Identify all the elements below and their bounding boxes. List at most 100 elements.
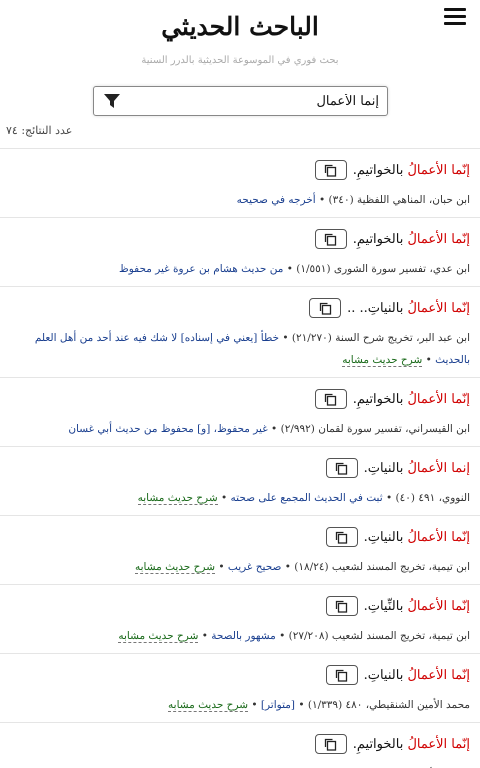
hadith-meta: ابن عدي، تفسير سورة الشورى (١/٥٥١) • من …: [10, 258, 470, 280]
hadith-source: ابن تيمية، تخريج المسند لشعيب (١٨/٢٤) •: [284, 561, 470, 573]
hadith-highlight: إنّما الأعمالُ: [407, 231, 470, 247]
copy-button[interactable]: [325, 665, 358, 685]
hadith-highlight: إنّما الأعمالُ: [407, 598, 470, 614]
copy-icon: [325, 164, 337, 177]
copy-icon: [335, 600, 348, 613]
hadith-meta: النووي، ٤٩١ (٤٠) • ثبت في الحديث المجمع …: [137, 492, 470, 505]
hadith-grade: غير محفوظ، [و] محفوظ من حديث أبي غسان: [68, 423, 272, 435]
hadith-text: إنّما الأعمالُ بالنياتِ.. ..: [347, 301, 470, 316]
hadith-text: إنّما الأعمالُ بالنِّياتِ.: [364, 599, 470, 614]
hadith-line: إنّما الأعمالُ بالخواتيمِ.: [10, 226, 470, 252]
menu-icon[interactable]: [444, 8, 466, 26]
result-item: إنّما الأعمالُ بالنِّياتِ. ابن تيمية، تخ…: [0, 584, 480, 653]
hadith-meta: ابن حبان، المناهي اللفظية (٣٤٠) • أخرجه …: [10, 189, 470, 211]
copy-button[interactable]: [309, 298, 342, 318]
search-input[interactable]: [124, 93, 387, 109]
hadith-line: إنّما الأعمالُ بالنِّياتِ.: [10, 593, 470, 619]
copy-button[interactable]: [325, 458, 358, 478]
hadith-rest: بالنياتِ.: [363, 667, 408, 683]
hadith-rest: بالخواتيمِ.: [352, 162, 408, 178]
result-item: إنّما الأعمالُ بالنياتِ. ابن تيمية، تخري…: [0, 515, 480, 584]
hadith-rest: بالخواتيمِ.: [352, 231, 408, 247]
copy-button[interactable]: [314, 229, 347, 249]
hadith-text: إنّما الأعمالُ بالخواتيمِ.: [353, 737, 470, 752]
hadith-highlight: إنّما الأعمالُ: [407, 391, 470, 407]
hadith-line: إنّما الأعمالُ بالنياتِ.: [10, 662, 470, 688]
hadith-rest: بالخواتيمِ.: [352, 391, 408, 407]
hadith-source: ابن القيسراني، تفسير سورة لقمان (٢/٩٩٢) …: [271, 423, 470, 435]
copy-button[interactable]: [314, 734, 347, 754]
search-box: [93, 86, 388, 116]
hadith-highlight: إنّما الأعمالُ: [407, 529, 470, 545]
sharh-link[interactable]: شرح حديث مشابه: [342, 354, 423, 367]
hadith-meta: شعيب الأرناؤوط، تفسير سورة السجدة (٣٩٠) …: [10, 763, 470, 768]
filter-icon[interactable]: [100, 89, 124, 113]
result-item: إنّما الأعمالُ بالخواتيمِ. شعيب الأرناؤو…: [0, 722, 480, 768]
hadith-line: إنّما الأعمالُ بالخواتيمِ.: [10, 731, 470, 757]
hadith-line: إنّما الأعمالُ بالنياتِ.. ..: [10, 295, 470, 321]
results-count: عدد النتائج: ٧٤: [6, 124, 73, 137]
result-item: إنما الأعمالُ بالنياتِ. النووي، ٤٩١ (٤٠)…: [0, 446, 480, 515]
hadith-rest: بالنياتِ.. ..: [347, 300, 408, 316]
hadith-line: إنّما الأعمالُ بالخواتيمِ.: [10, 386, 470, 412]
hadith-meta: ابن عبد البر، تخريج شرح السنة (٢١/٢٧٠) •…: [34, 332, 470, 367]
hadith-rest: بالخواتيمِ.: [352, 736, 408, 752]
hadith-highlight: إنّما الأعمالُ: [407, 736, 470, 752]
copy-button[interactable]: [314, 160, 347, 180]
header: الباحث الحديثي بحث فوري في الموسوعة الحد…: [0, 0, 480, 66]
hadith-rest: بالنياتِ.: [363, 460, 408, 476]
hadith-line: إنّما الأعمالُ بالنياتِ.: [10, 524, 470, 550]
result-item: إنّما الأعمالُ بالخواتيمِ. ابن عدي، تفسي…: [0, 217, 480, 286]
hadith-meta: محمد الأمين الشنقيطي، ٤٨٠ (١/٣٣٩) • [متو…: [168, 699, 470, 712]
hadith-text: إنّما الأعمالُ بالخواتيمِ.: [353, 163, 470, 178]
result-item: إنّما الأعمالُ بالخواتيمِ. ابن حبان، الم…: [0, 148, 480, 217]
copy-icon: [319, 302, 331, 315]
hadith-highlight: إنّما الأعمالُ: [407, 162, 470, 178]
copy-icon: [335, 531, 348, 544]
hadith-line: إنما الأعمالُ بالنياتِ.: [10, 455, 470, 481]
hadith-text: إنما الأعمالُ بالنياتِ.: [364, 461, 470, 476]
result-item: إنّما الأعمالُ بالنياتِ. محمد الأمين الش…: [0, 653, 480, 722]
results-list: إنّما الأعمالُ بالخواتيمِ. ابن حبان، الم…: [0, 148, 480, 768]
hadith-line: إنّما الأعمالُ بالخواتيمِ.: [10, 157, 470, 183]
hadith-rest: بالنِّياتِ.: [363, 598, 408, 614]
hadith-source: ابن عبد البر، تخريج شرح السنة (٢١/٢٧٠) •: [282, 332, 470, 344]
hadith-text: إنّما الأعمالُ بالخواتيمِ.: [353, 392, 470, 407]
hadith-grade: من حديث هشام بن عروة غير محفوظ: [119, 263, 287, 275]
copy-button[interactable]: [325, 527, 358, 547]
hadith-text: إنّما الأعمالُ بالنياتِ.: [364, 668, 470, 683]
sharh-link[interactable]: شرح حديث مشابه: [118, 630, 199, 643]
sharh-link[interactable]: شرح حديث مشابه: [168, 699, 249, 712]
app-subtitle: بحث فوري في الموسوعة الحديثية بالدرر الس…: [141, 55, 339, 66]
copy-button[interactable]: [314, 389, 347, 409]
hadith-meta: ابن تيمية، تخريج المسند لشعيب (٢٧/٢٠٨) •…: [118, 630, 470, 643]
result-item: إنّما الأعمالُ بالخواتيمِ. ابن القيسراني…: [0, 377, 480, 446]
sharh-link[interactable]: شرح حديث مشابه: [134, 561, 216, 574]
sharh-link[interactable]: شرح حديث مشابه: [137, 492, 218, 505]
copy-button[interactable]: [325, 596, 358, 616]
hadith-text: إنّما الأعمالُ بالنياتِ.: [364, 530, 470, 545]
copy-icon: [325, 393, 337, 406]
hadith-source: ابن حبان، المناهي اللفظية (٣٤٠) •: [319, 194, 470, 206]
result-item: إنّما الأعمالُ بالنياتِ.. .. ابن عبد الب…: [0, 286, 480, 377]
hadith-source: النووي، ٤٩١ (٤٠) •: [385, 492, 470, 504]
hadith-text: إنّما الأعمالُ بالخواتيمِ.: [353, 232, 470, 247]
hadith-grade: [متواتر]: [260, 699, 299, 711]
hadith-meta: ابن تيمية، تخريج المسند لشعيب (١٨/٢٤) • …: [134, 561, 470, 574]
copy-icon: [335, 462, 348, 475]
hadith-grade: صحيح غريب: [227, 561, 285, 573]
app-title: الباحث الحديثي: [161, 12, 319, 41]
hadith-grade: أخرجه في صحيحه: [236, 194, 320, 206]
copy-icon: [325, 233, 337, 246]
hadith-grade: ثبت في الحديث المجمع على صحته: [230, 492, 386, 504]
hadith-highlight: إنما الأعمالُ: [407, 460, 470, 476]
copy-icon: [335, 669, 348, 682]
hadith-rest: بالنياتِ.: [363, 529, 408, 545]
hadith-highlight: إنّما الأعمالُ: [407, 667, 470, 683]
hadith-grade: مشهور بالصحة: [211, 630, 280, 642]
copy-icon: [325, 738, 337, 751]
hadith-meta: ابن القيسراني، تفسير سورة لقمان (٢/٩٩٢) …: [10, 418, 470, 440]
hadith-highlight: إنّما الأعمالُ: [407, 300, 470, 316]
hadith-source: ابن تيمية، تخريج المسند لشعيب (٢٧/٢٠٨) •: [279, 630, 470, 642]
hadith-source: محمد الأمين الشنقيطي، ٤٨٠ (١/٣٣٩) •: [298, 699, 470, 711]
